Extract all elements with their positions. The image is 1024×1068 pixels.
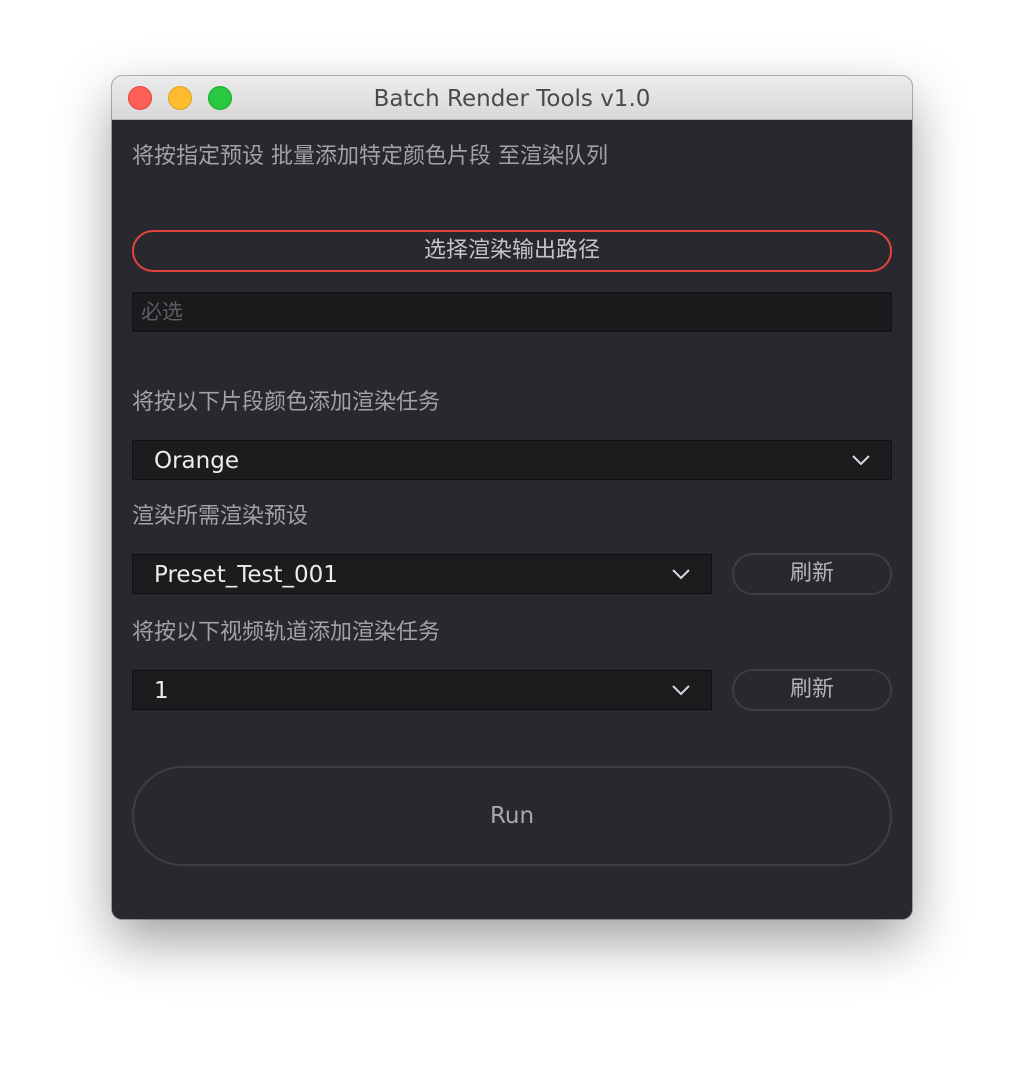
window-title: Batch Render Tools v1.0 (373, 86, 651, 112)
video-track-label: 将按以下视频轨道添加渲染任务 (132, 620, 441, 645)
main-panel: 将按指定预设 批量添加特定颜色片段 至渲染队列 选择渲染输出路径 将按以下片段颜… (112, 120, 912, 919)
chevron-down-icon (852, 455, 870, 466)
render-preset-dropdown[interactable]: Preset_Test_001 (132, 554, 712, 594)
refresh-tracks-button[interactable]: 刷新 (732, 669, 892, 711)
video-track-value: 1 (154, 678, 169, 704)
run-button[interactable]: Run (132, 766, 892, 866)
refresh-presets-button[interactable]: 刷新 (732, 553, 892, 595)
render-preset-label: 渲染所需渲染预设 (132, 504, 309, 529)
description-text: 将按指定预设 批量添加特定颜色片段 至渲染队列 (132, 144, 608, 169)
render-preset-value: Preset_Test_001 (154, 562, 338, 588)
app-window: Batch Render Tools v1.0 将按指定预设 批量添加特定颜色片… (112, 76, 912, 919)
clip-color-label: 将按以下片段颜色添加渲染任务 (132, 390, 441, 415)
select-output-path-button[interactable]: 选择渲染输出路径 (132, 230, 892, 272)
clip-color-dropdown[interactable]: Orange (132, 440, 892, 480)
clip-color-value: Orange (154, 448, 239, 474)
video-track-dropdown[interactable]: 1 (132, 670, 712, 710)
chevron-down-icon (672, 569, 690, 580)
chevron-down-icon (672, 685, 690, 696)
title-bar[interactable]: Batch Render Tools v1.0 (112, 76, 912, 120)
output-path-input[interactable] (132, 292, 892, 332)
